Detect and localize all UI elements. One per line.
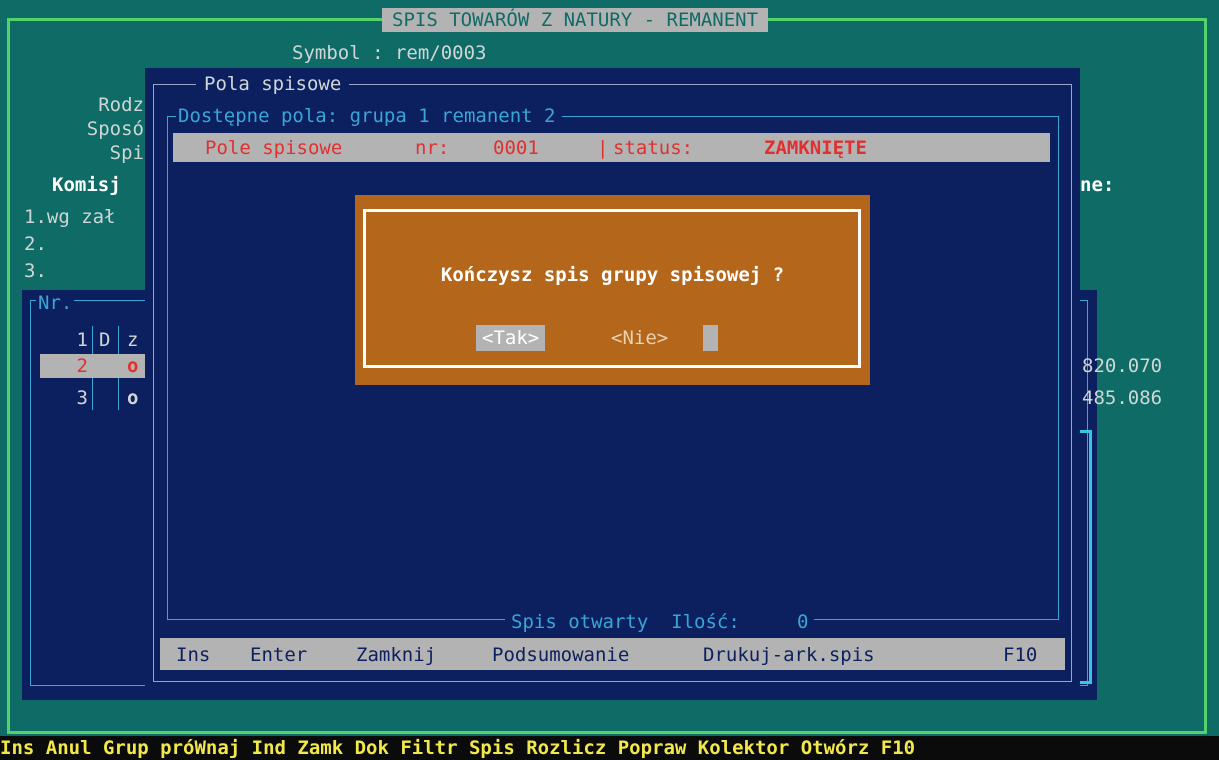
label-sposob: Sposó bbox=[86, 118, 144, 140]
label-rodzaj: Rodz bbox=[98, 94, 144, 116]
row-value: 820.070 bbox=[1082, 355, 1163, 377]
label-komisja: Komisj bbox=[52, 174, 121, 196]
field-row-label: Pole spisowe bbox=[205, 137, 343, 159]
pola-spisowe-title: Pola spisowe bbox=[196, 72, 350, 96]
menu-drukuj-ark-spis[interactable]: Drukuj-ark.spis bbox=[703, 643, 875, 667]
menu-ins[interactable]: Ins bbox=[176, 643, 210, 667]
field-row-status-value: ZAMKNIĘTE bbox=[764, 137, 867, 159]
field-row-nr-value: 0001 bbox=[493, 137, 539, 159]
label-right-ne: ne: bbox=[1080, 174, 1115, 196]
row-number: 2 bbox=[76, 355, 88, 377]
ilosc-value: 0 bbox=[797, 611, 809, 633]
list-col-number: 1 bbox=[76, 329, 88, 351]
field-row-status-label: status: bbox=[613, 137, 694, 159]
menu-f10[interactable]: F10 bbox=[1003, 643, 1037, 667]
no-button[interactable]: <Nie> bbox=[611, 325, 668, 351]
komisja-item-3[interactable]: 3. bbox=[24, 259, 47, 283]
menu-zamknij[interactable]: Zamknij bbox=[356, 643, 436, 667]
window-title: SPIS TOWARÓW Z NATURY - REMANENT bbox=[382, 8, 769, 32]
ilosc-label: Ilość: bbox=[671, 611, 740, 633]
row-code: o bbox=[127, 387, 139, 409]
komisja-item-2[interactable]: 2. bbox=[24, 232, 47, 256]
symbol-field: Symbol : rem/0003 bbox=[292, 42, 487, 64]
function-key-bar[interactable]: Ins Anul Grup próWnaj Ind Zamk Dok Filtr… bbox=[0, 736, 1219, 760]
list-col-z: z bbox=[127, 329, 139, 351]
list-col-d: D bbox=[99, 329, 111, 351]
pola-footer: Spis otwarty Ilość: 0 bbox=[505, 610, 815, 634]
confirm-question: Kończysz spis grupy spisowej ? bbox=[440, 264, 785, 286]
row-code: o bbox=[127, 355, 139, 377]
text-cursor bbox=[703, 325, 718, 351]
list-scroll-bracket[interactable] bbox=[1080, 430, 1092, 684]
field-row-separator: | bbox=[597, 137, 609, 159]
dostepne-pola-title: Dostępne pola: grupa 1 remanent 2 bbox=[176, 104, 562, 128]
list-header-nr: Nr. bbox=[36, 291, 75, 315]
row-number: 3 bbox=[76, 387, 88, 409]
menu-podsumowanie[interactable]: Podsumowanie bbox=[492, 643, 629, 667]
menu-enter[interactable]: Enter bbox=[250, 643, 307, 667]
field-row-nr-label: nr: bbox=[415, 137, 450, 159]
row-value: 485.086 bbox=[1082, 387, 1163, 409]
spis-status-text: Spis otwarty bbox=[511, 611, 649, 633]
yes-button[interactable]: <Tak> bbox=[476, 325, 546, 351]
komisja-item-1[interactable]: 1.wg zał bbox=[24, 205, 116, 229]
label-spis: Spi bbox=[109, 142, 144, 164]
